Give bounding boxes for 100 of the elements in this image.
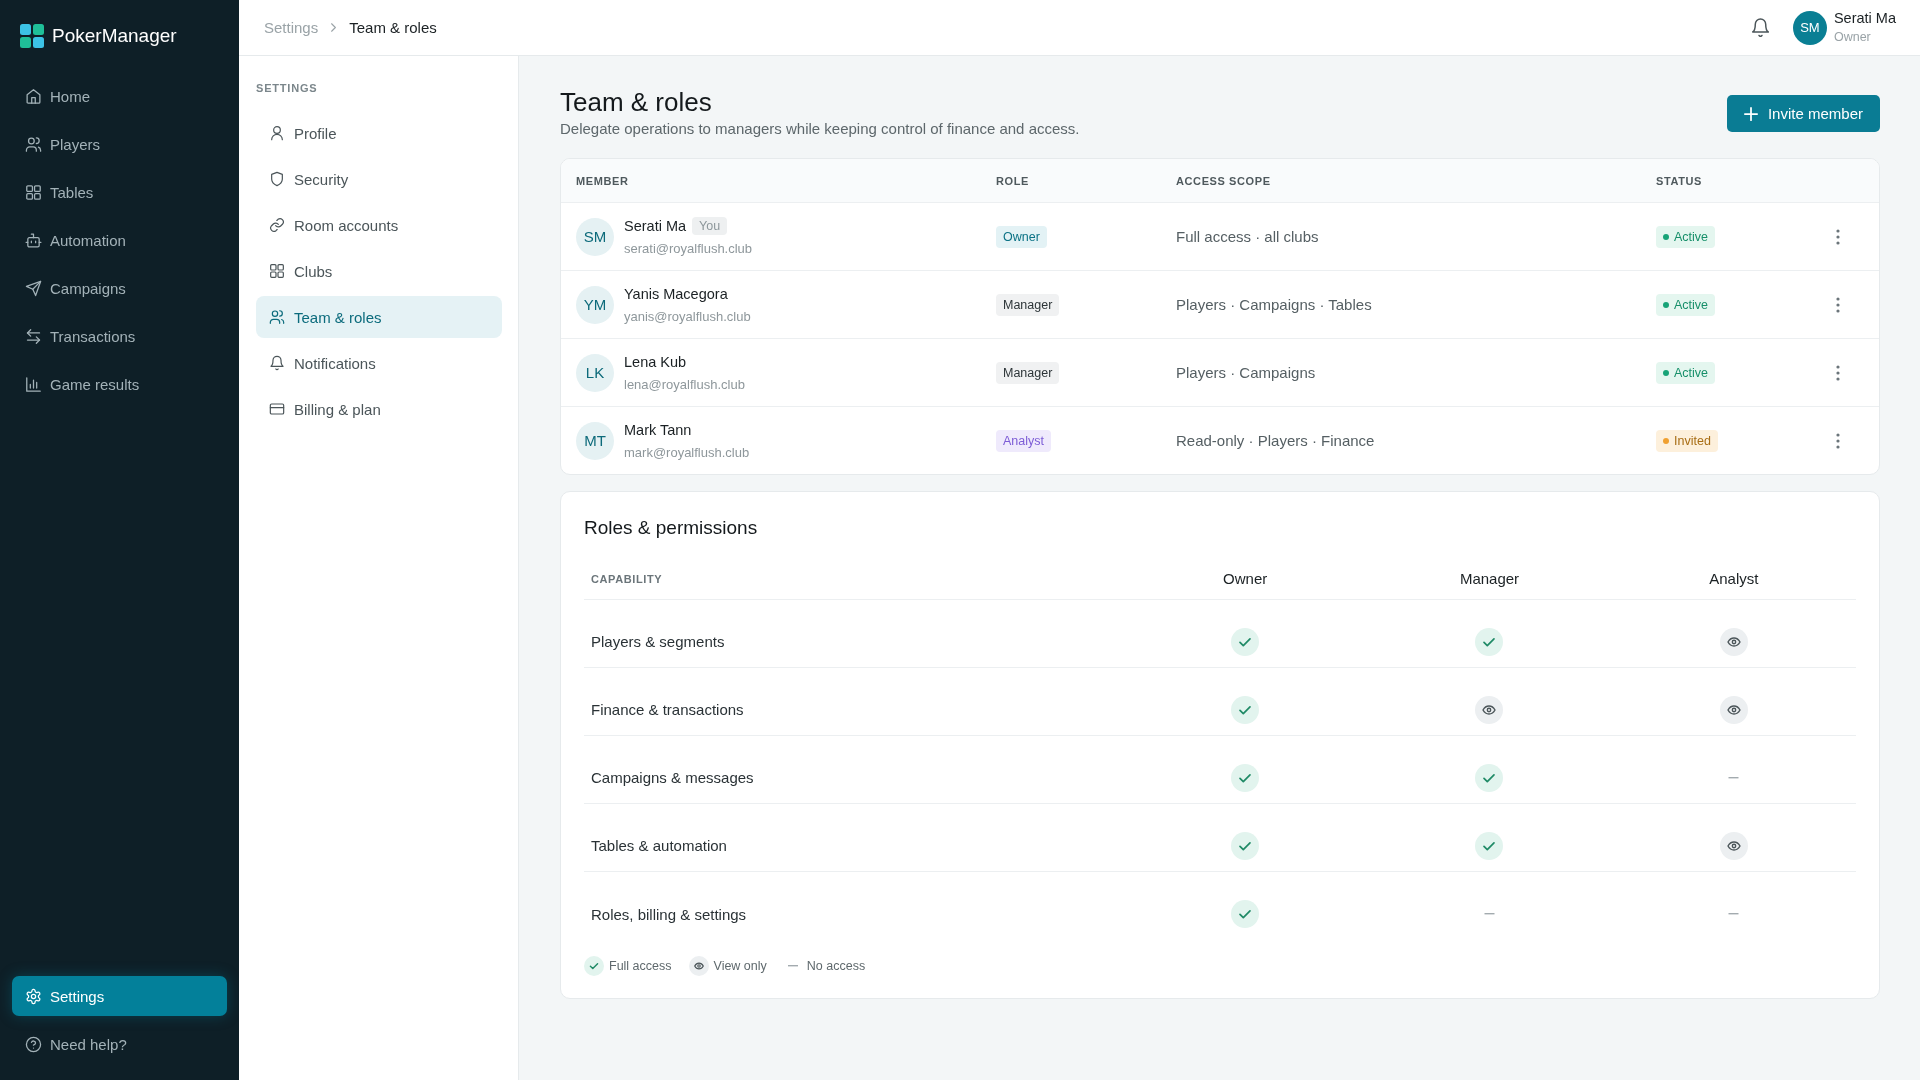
user-name: Serati Ma <box>1833 10 1896 27</box>
nav-item[interactable]: Campaigns <box>12 268 227 308</box>
bell-icon <box>269 355 285 371</box>
more-options-icon[interactable] <box>1836 432 1840 449</box>
dash-icon <box>787 965 798 967</box>
settings-nav-item[interactable]: Team & roles <box>256 296 502 338</box>
role-column-header: Owner <box>1222 570 1269 587</box>
dash-icon <box>1484 913 1495 915</box>
nav-item[interactable]: Tables <box>12 172 227 212</box>
capability-label: Tables & automation <box>590 837 728 854</box>
role-badge: Analyst <box>996 429 1051 452</box>
nav-item[interactable]: Need help? <box>12 1024 227 1064</box>
settings-nav-item[interactable]: Notifications <box>256 342 502 384</box>
shield-icon <box>269 171 285 187</box>
nav-item[interactable]: Home <box>12 76 227 116</box>
capability-label: Roles, billing & settings <box>590 905 748 923</box>
settings-nav-item[interactable]: Security <box>256 158 502 200</box>
member-name: Serati Ma <box>624 216 687 236</box>
avatar: SM <box>576 217 614 256</box>
member-email: yanis@royalflush.club <box>624 307 751 326</box>
nav-item[interactable]: Game results <box>12 364 227 404</box>
nav-item[interactable]: Automation <box>12 220 227 260</box>
check-icon <box>1231 763 1260 792</box>
eye-icon <box>1719 695 1748 724</box>
settings-nav-item[interactable]: Billing & plan <box>256 388 502 430</box>
status-label: Active <box>1674 297 1709 312</box>
settings-nav-item[interactable]: Profile <box>256 112 502 154</box>
nav-item[interactable]: Settings <box>12 976 227 1016</box>
member-name: Mark Tann <box>624 420 692 440</box>
avatar: MT <box>576 421 614 460</box>
access-scope: Full access · all clubs <box>1176 228 1320 245</box>
column-header: ROLE <box>996 174 1030 187</box>
more-options-icon[interactable] <box>1836 228 1840 245</box>
grid-icon <box>269 263 285 279</box>
robot-icon <box>25 231 42 249</box>
invite-member-button[interactable]: Invite member <box>1726 95 1880 132</box>
help-icon <box>25 1035 42 1053</box>
more-options-icon[interactable] <box>1836 296 1840 313</box>
role-badge: Manager <box>996 361 1060 384</box>
avatar: YM <box>576 285 614 324</box>
section-title: Roles & permissions <box>584 516 759 540</box>
breadcrumb-current: Team & roles <box>349 19 437 36</box>
status-label: Active <box>1674 229 1709 244</box>
access-scope: Players · Campaigns <box>1176 364 1317 381</box>
status-label: Invited <box>1674 433 1711 448</box>
column-header: STATUS <box>1656 174 1703 187</box>
column-header: MEMBER <box>576 174 630 187</box>
legend-label: View only <box>713 959 767 973</box>
member-email: mark@royalflush.club <box>624 443 750 462</box>
status-dot-icon <box>1663 301 1669 308</box>
user-icon <box>269 125 285 141</box>
check-icon <box>1231 695 1260 724</box>
more-options-icon[interactable] <box>1836 364 1840 381</box>
check-icon <box>1231 831 1260 860</box>
dash-icon <box>1728 776 1740 779</box>
page-subtitle: Delegate operations to managers while keeping control of finance and access. <box>560 119 1080 139</box>
eye-icon <box>1475 695 1504 724</box>
capability-label: Players & segments <box>590 633 726 650</box>
nav-item[interactable]: Transactions <box>12 316 227 356</box>
member-name: Yanis Macegora <box>624 284 728 304</box>
grid-icon <box>25 183 42 201</box>
chevron-right-icon <box>331 23 337 32</box>
role-badge: Owner <box>996 225 1047 248</box>
settings-nav-item[interactable]: Clubs <box>256 250 502 292</box>
legend-label: No access <box>806 959 866 973</box>
check-icon <box>584 956 604 976</box>
eye-icon <box>1719 627 1748 656</box>
column-header: ACCESS SCOPE <box>1176 174 1272 187</box>
status-dot-icon <box>1663 437 1669 444</box>
user-role: Owner <box>1833 30 1872 45</box>
role-badge: Manager <box>996 293 1060 316</box>
plus-icon <box>1743 106 1758 121</box>
link-icon <box>269 217 285 233</box>
avatar: LK <box>576 353 614 392</box>
page-title: Team & roles <box>560 86 713 118</box>
bell-icon[interactable] <box>1751 18 1769 37</box>
status-label: Active <box>1674 365 1709 380</box>
capability-header: CAPABILITY <box>590 572 664 585</box>
member-email: serati@royalflush.club <box>624 239 753 258</box>
credit-card-icon <box>269 401 285 417</box>
eye-icon <box>1719 831 1748 860</box>
member-email: lena@royalflush.club <box>624 375 745 394</box>
logo-icon <box>20 24 44 48</box>
access-scope: Players · Campaigns · Tables <box>1176 296 1373 313</box>
capability-label: Finance & transactions <box>590 701 745 718</box>
brand-name: PokerManager <box>52 24 177 48</box>
settings-nav-item[interactable]: Room accounts <box>256 204 502 246</box>
check-icon <box>1231 627 1260 656</box>
check-icon <box>1475 763 1504 792</box>
nav-item[interactable]: Players <box>12 124 227 164</box>
paper-plane-icon <box>25 279 42 297</box>
settings-heading: SETTINGS <box>256 81 319 95</box>
access-scope: Read-only · Players · Finance <box>1176 432 1376 449</box>
role-column-header: Analyst <box>1708 570 1760 587</box>
status-dot-icon <box>1663 233 1669 240</box>
role-column-header: Manager <box>1458 570 1521 587</box>
people-icon <box>269 309 285 325</box>
user-avatar[interactable]: SM <box>1792 10 1827 45</box>
capability-label: Campaigns & messages <box>590 769 755 786</box>
arrows-icon <box>25 327 42 345</box>
